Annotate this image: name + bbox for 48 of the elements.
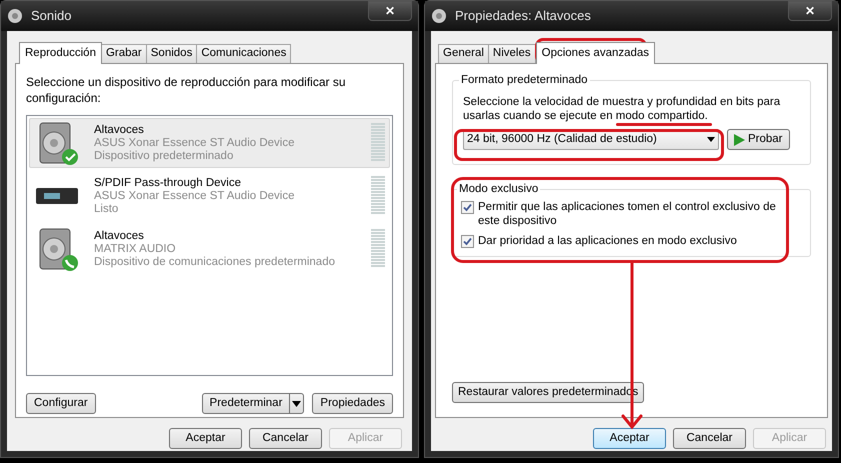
device-item[interactable]: Altavoces ASUS Xonar Essence ST Audio Device Dispositivo predeterminado bbox=[29, 118, 390, 168]
tab[interactable]: General bbox=[438, 44, 489, 63]
test-button[interactable]: Probar bbox=[727, 129, 790, 150]
instruction-text: Seleccione un dispositivo de reproducción para modificar su configuración: bbox=[26, 74, 347, 106]
tab[interactable]: Opciones avanzadas bbox=[536, 42, 656, 64]
level-meter-icon bbox=[371, 123, 385, 163]
tab[interactable]: Grabar bbox=[100, 44, 147, 63]
level-meter-icon bbox=[371, 229, 385, 269]
action-button[interactable]: Propiedades bbox=[312, 393, 393, 414]
device-status: Listo bbox=[94, 202, 120, 216]
window-title: Propiedades: Altavoces bbox=[455, 7, 591, 26]
device-status: Dispositivo predeterminado bbox=[94, 150, 234, 162]
device-name: Altavoces bbox=[94, 124, 145, 136]
device-driver: ASUS Xonar Essence ST Audio Device bbox=[94, 136, 296, 150]
caret-icon bbox=[292, 400, 302, 406]
device-status: Dispositivo de comunicaciones predeterminado bbox=[94, 256, 336, 268]
device-driver: MATRIX AUDIO bbox=[94, 242, 177, 256]
checkbox[interactable] bbox=[461, 201, 474, 214]
tab[interactable]: Reproducción bbox=[19, 42, 102, 64]
tab[interactable]: Comunicaciones bbox=[196, 44, 292, 63]
tab[interactable]: Niveles bbox=[488, 44, 536, 63]
window-title: Sonido bbox=[31, 7, 72, 26]
check-icon bbox=[463, 203, 472, 212]
split-button[interactable]: Predeterminar bbox=[202, 393, 304, 414]
dialog-button[interactable]: Aceptar bbox=[169, 428, 242, 449]
dialog-button[interactable]: Aceptar bbox=[593, 428, 666, 449]
dialog-button[interactable]: Cancelar bbox=[673, 428, 746, 449]
checkbox[interactable] bbox=[461, 235, 474, 248]
device-driver: ASUS Xonar Essence ST Audio Device bbox=[94, 190, 296, 202]
level-meter-icon bbox=[371, 176, 385, 216]
close-button[interactable]: ✕ bbox=[788, 1, 832, 21]
device-item[interactable]: S/PDIF Pass-through Device ASUS Xonar Essence ST Audio Device Listo bbox=[29, 171, 390, 221]
device-name: S/PDIF Pass-through Device bbox=[94, 176, 242, 190]
action-button[interactable]: Configurar bbox=[26, 393, 96, 414]
checkbox-label: Dar prioridad a las aplicaciones en modo exclusivo bbox=[478, 234, 738, 248]
device-name: Altavoces bbox=[94, 230, 145, 242]
play-icon bbox=[734, 134, 745, 146]
tab[interactable]: Sonidos bbox=[146, 44, 198, 63]
group-title: Formato predeterminado bbox=[459, 73, 590, 87]
close-button[interactable]: ✕ bbox=[368, 1, 412, 21]
checkbox-label: Permitir que las aplicaciones tomen el control exclusivo de este dispositivo bbox=[478, 200, 777, 228]
dialog-button[interactable]: Cancelar bbox=[249, 428, 322, 449]
speaker-icon bbox=[7, 8, 23, 24]
description-text: Seleccione la velocidad de muestra y profundidad en bits para usarlas cuando se ejecute en modo compartido. bbox=[463, 95, 782, 123]
device-item[interactable]: Altavoces MATRIX AUDIO Dispositivo de comunicaciones predeterminado bbox=[29, 224, 390, 274]
caret-icon bbox=[707, 137, 715, 142]
speaker-icon bbox=[431, 8, 447, 24]
check-icon bbox=[463, 237, 472, 246]
